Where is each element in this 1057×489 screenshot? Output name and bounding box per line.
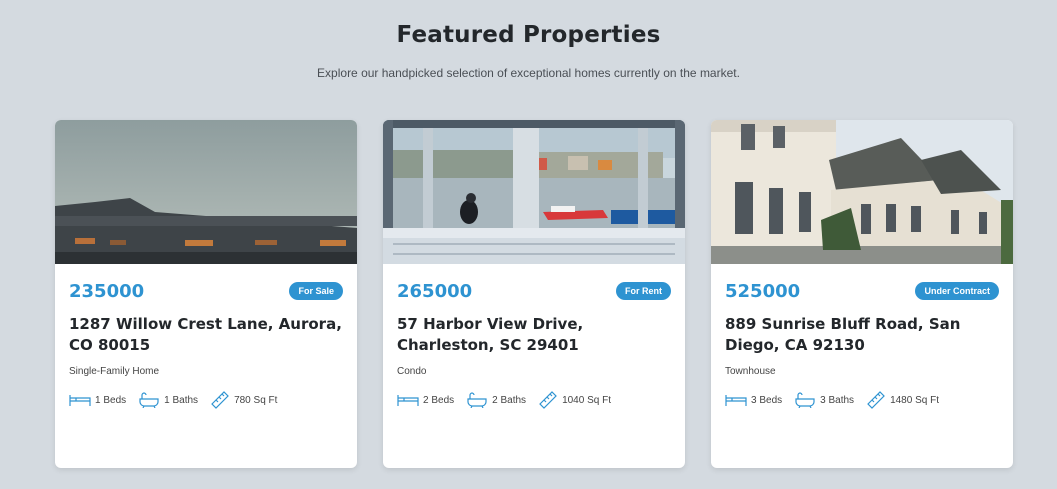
property-features: 2 Beds 2 Baths 1040 Sq Ft <box>397 390 671 410</box>
bed-icon <box>725 395 747 406</box>
property-address[interactable]: 57 Harbor View Drive, Charleston, SC 294… <box>397 314 671 356</box>
property-price: 265000 <box>397 280 473 302</box>
property-card[interactable]: 265000 For Rent 57 Harbor View Drive, Ch… <box>383 120 685 468</box>
property-type: Single-Family Home <box>69 366 160 377</box>
baths-count: 1 Baths <box>164 394 199 406</box>
sqft-feature: 1480 Sq Ft <box>866 390 939 410</box>
property-address[interactable]: 1287 Willow Crest Lane, Aurora, CO 80015 <box>69 314 343 356</box>
property-type: Condo <box>397 366 427 377</box>
bathtub-icon <box>795 392 815 408</box>
bathtub-icon <box>139 392 159 408</box>
baths-count: 2 Baths <box>492 394 527 406</box>
price-row: 235000 For Sale <box>69 280 343 302</box>
beds-count: 2 Beds <box>423 394 455 406</box>
beds-feature: 3 Beds <box>725 393 782 407</box>
beds-count: 1 Beds <box>95 394 127 406</box>
bed-icon <box>69 395 91 406</box>
sqft-feature: 780 Sq Ft <box>210 390 277 410</box>
sqft-feature: 1040 Sq Ft <box>538 390 611 410</box>
baths-feature: 2 Baths <box>466 392 526 408</box>
property-type: Townhouse <box>725 366 776 377</box>
baths-feature: 3 Baths <box>794 392 854 408</box>
beds-feature: 1 Beds <box>69 393 126 407</box>
beds-count: 3 Beds <box>751 394 783 406</box>
property-card[interactable]: 525000 Under Contract 889 Sunrise Bluff … <box>711 120 1013 468</box>
section-subtitle: Explore our handpicked selection of exce… <box>317 66 740 80</box>
beds-feature: 2 Beds <box>397 393 454 407</box>
sqft-value: 1040 Sq Ft <box>562 394 611 406</box>
ruler-icon <box>211 391 229 409</box>
price-row: 525000 Under Contract <box>725 280 999 302</box>
baths-count: 3 Baths <box>820 394 855 406</box>
bed-icon <box>397 395 419 406</box>
sqft-value: 1480 Sq Ft <box>890 394 939 406</box>
card-body: 265000 For Rent 57 Harbor View Drive, Ch… <box>383 264 685 410</box>
ruler-icon <box>539 391 557 409</box>
property-address[interactable]: 889 Sunrise Bluff Road, San Diego, CA 92… <box>725 314 999 356</box>
status-badge: For Sale <box>289 282 343 300</box>
property-card-list: 235000 For Sale 1287 Willow Crest Lane, … <box>55 120 1013 468</box>
card-body: 235000 For Sale 1287 Willow Crest Lane, … <box>55 264 357 410</box>
property-photo[interactable] <box>55 120 357 264</box>
section-header: Featured Properties Explore our handpick… <box>0 0 1057 80</box>
section-title: Featured Properties <box>396 22 661 48</box>
status-badge: Under Contract <box>915 282 999 300</box>
price-row: 265000 For Rent <box>397 280 671 302</box>
property-price: 525000 <box>725 280 801 302</box>
property-card[interactable]: 235000 For Sale 1287 Willow Crest Lane, … <box>55 120 357 468</box>
sqft-value: 780 Sq Ft <box>234 394 278 406</box>
property-photo[interactable] <box>711 120 1013 264</box>
baths-feature: 1 Baths <box>138 392 198 408</box>
status-badge: For Rent <box>616 282 671 300</box>
property-price: 235000 <box>69 280 145 302</box>
ruler-icon <box>867 391 885 409</box>
card-body: 525000 Under Contract 889 Sunrise Bluff … <box>711 264 1013 410</box>
bathtub-icon <box>467 392 487 408</box>
property-photo[interactable] <box>383 120 685 264</box>
property-features: 1 Beds 1 Baths 780 Sq Ft <box>69 390 343 410</box>
property-features: 3 Beds 3 Baths 1480 Sq Ft <box>725 390 999 410</box>
